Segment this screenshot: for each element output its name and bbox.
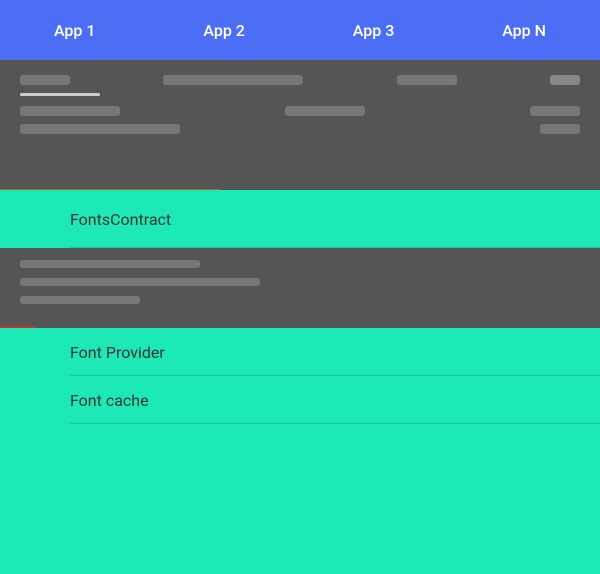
fonts-contract-label: FontsContract: [0, 210, 171, 229]
bottom-teal-section: [0, 424, 600, 574]
ds1-line7: [530, 106, 580, 116]
ds1-row4: [20, 124, 580, 134]
tab-appN[interactable]: App N: [482, 21, 566, 40]
font-provider-section: Font Provider: [0, 328, 600, 376]
dark-section-1: [0, 60, 600, 190]
ds1-white-line: [20, 93, 100, 96]
ds1-line8: [20, 124, 180, 134]
ds1-line5: [20, 106, 120, 116]
font-provider-label: Font Provider: [0, 343, 165, 362]
ds2-content: [0, 248, 600, 316]
ds1-row1: [20, 75, 580, 85]
ds2-line2: [20, 278, 260, 286]
app-bar: App 1 App 2 App 3 App N: [0, 0, 600, 60]
tab-app3[interactable]: App 3: [333, 21, 415, 40]
ds1-line1: [20, 75, 70, 85]
main-container: App 1 App 2 App 3 App N: [0, 0, 600, 574]
ds1-line6: [285, 106, 365, 116]
ds1-line9: [540, 124, 580, 134]
ds2-line3: [20, 296, 140, 304]
tab-app1[interactable]: App 1: [34, 21, 116, 40]
ds1-content: [0, 60, 600, 157]
ds1-line3: [397, 75, 457, 85]
font-cache-section: Font cache: [0, 376, 600, 424]
ds2-line1: [20, 260, 200, 268]
ds1-line2: [163, 75, 303, 85]
ds1-line4: [550, 75, 580, 85]
fonts-contract-section: FontsContract: [0, 190, 600, 248]
font-cache-label: Font cache: [0, 391, 149, 410]
dark-section-2: [0, 248, 600, 328]
ds1-row3: [20, 106, 580, 116]
tab-app2[interactable]: App 2: [183, 21, 265, 40]
